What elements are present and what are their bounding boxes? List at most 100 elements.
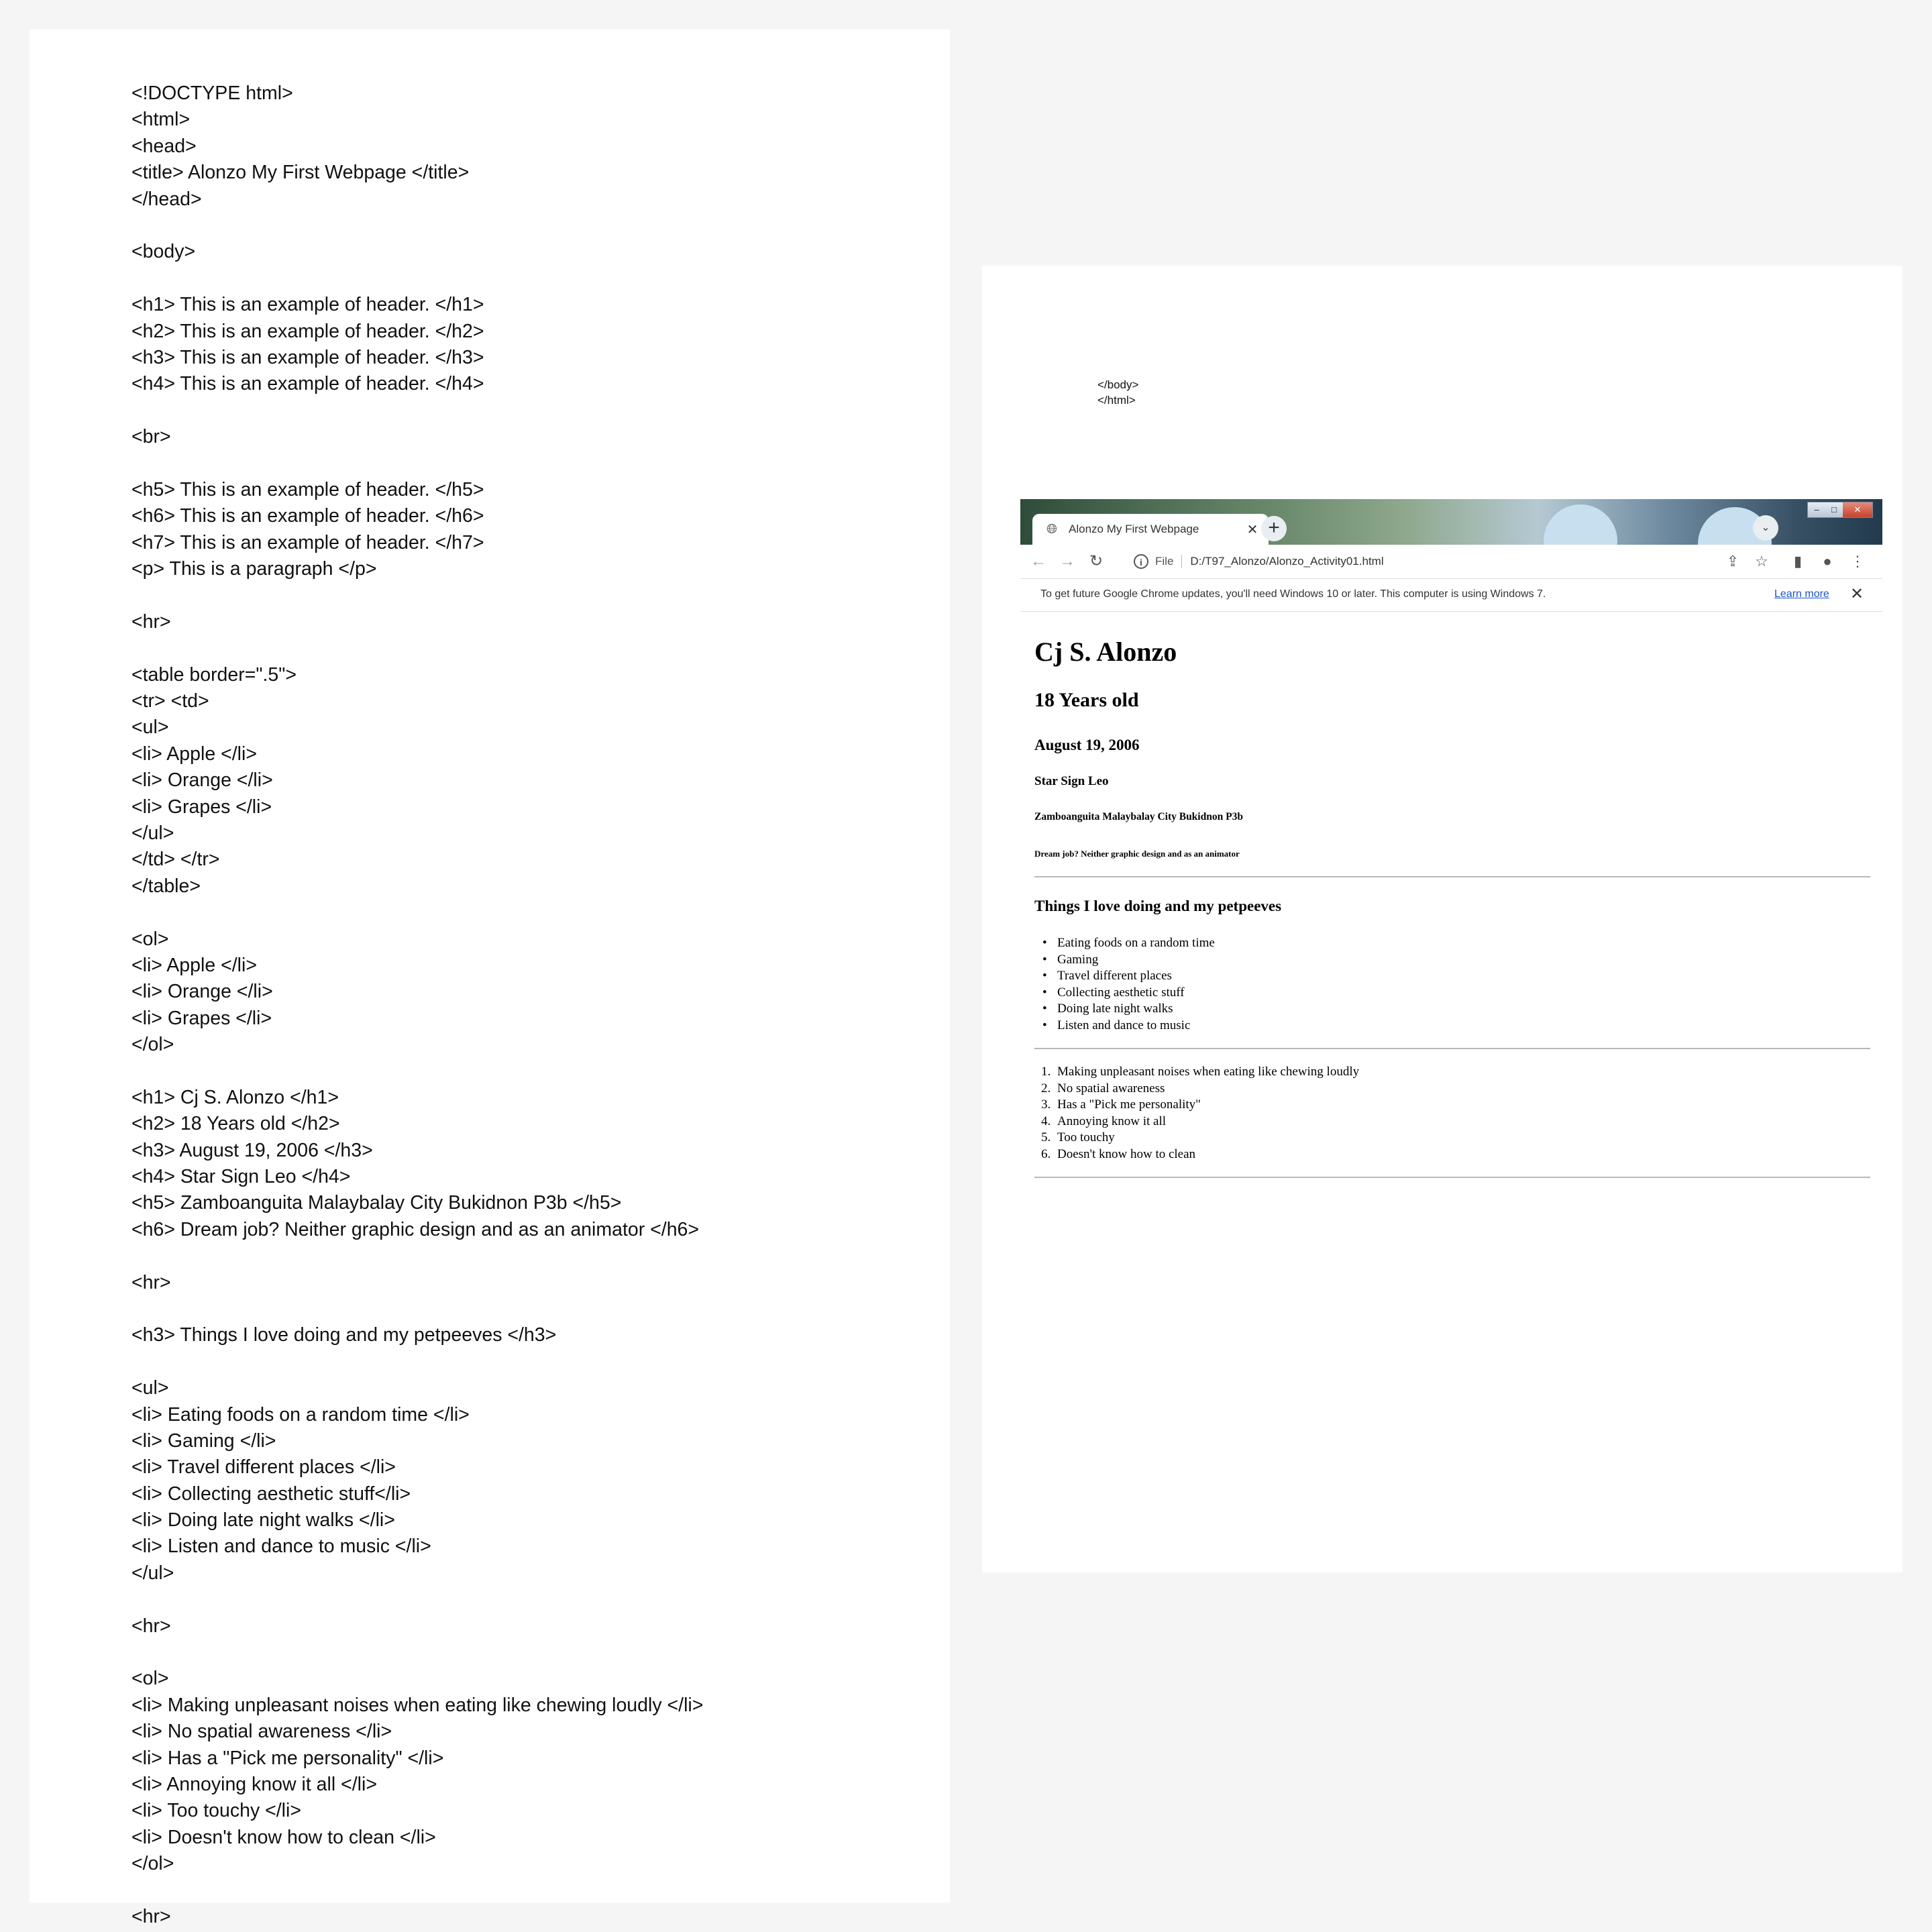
browser-toolbar: ← → ↻ i File D:/T97_Alonzo/Alonzo_Activi… <box>1020 545 1882 578</box>
code-line: <li> Apple </li> <box>131 954 257 976</box>
heading-star-sign: Star Sign Leo <box>1034 774 1109 788</box>
reload-button[interactable]: ↻ <box>1085 550 1108 573</box>
list-number: 2. <box>1041 1081 1051 1095</box>
side-panel-icon[interactable]: ▮ <box>1788 551 1808 572</box>
code-line: <br> <box>131 426 171 448</box>
code-line: <h3> August 19, 2006 </h3> <box>131 1139 373 1161</box>
list-item-text: Collecting aesthetic stuff <box>1057 985 1185 1000</box>
code-line: <hr> <box>131 1271 171 1293</box>
forward-button[interactable]: → <box>1056 550 1079 573</box>
source-code-tail: </body> </html> <box>1097 377 1138 408</box>
code-line: <li> Annoying know it all </li> <box>131 1774 377 1795</box>
info-icon[interactable]: i <box>1134 554 1148 569</box>
list-item: • Collecting aesthetic stuff <box>1042 985 1215 1002</box>
code-line: <li> Grapes </li> <box>131 796 272 818</box>
menu-icon[interactable]: ⋮ <box>1847 551 1868 572</box>
infobar-message: To get future Google Chrome updates, you… <box>1040 588 1546 600</box>
list-number: 5. <box>1041 1130 1051 1144</box>
tab-close-icon[interactable]: ✕ <box>1244 521 1260 538</box>
bullet-icon: • <box>1042 936 1047 950</box>
code-line: <li> Travel different places </li> <box>131 1456 396 1479</box>
list-item-text: Gaming <box>1057 952 1099 967</box>
profile-icon[interactable]: ● <box>1817 551 1837 572</box>
list-item-text: Annoying know it all <box>1057 1114 1167 1128</box>
code-line: <h1> Cj S. Alonzo </h1> <box>131 1086 339 1108</box>
tab-search-button[interactable]: ⌄ <box>1753 515 1778 541</box>
list-item-text: Listen and dance to music <box>1057 1018 1191 1032</box>
list-item-text: Travel different places <box>1057 969 1172 983</box>
code-line: <h5> Zamboanguita Malaybalay City Bukidn… <box>131 1192 622 1214</box>
address-bar[interactable]: i File D:/T97_Alonzo/Alonzo_Activity01.h… <box>1124 549 1728 574</box>
bullet-icon: • <box>1042 1002 1047 1016</box>
list-number: 1. <box>1041 1065 1051 1079</box>
code-line: <html> <box>131 109 191 131</box>
code-line: <h3> This is an example of header. </h3> <box>131 346 484 368</box>
code-line: <li> Orange </li> <box>131 981 273 1003</box>
list-item-text: Doing late night walks <box>1057 1002 1173 1016</box>
code-line: <h4> This is an example of header. </h4> <box>131 373 484 395</box>
bullet-icon: • <box>1042 985 1047 1000</box>
code-line: <li> Doesn't know how to clean </li> <box>131 1826 436 1848</box>
code-line: </td> </tr> <box>131 849 220 871</box>
code-line: <h6> Dream job? Neither graphic design a… <box>131 1218 700 1240</box>
code-line: <hr> <box>131 1905 171 1927</box>
globe-icon: 🌐︎ <box>1046 522 1057 537</box>
code-line: </ol> <box>131 1853 174 1875</box>
code-line: </ul> <box>131 1562 174 1584</box>
code-line: <li> Grapes </li> <box>131 1007 272 1029</box>
code-line: <!DOCTYPE html> <box>131 83 293 104</box>
bullet-icon: • <box>1042 952 1047 967</box>
code-line: </html> <box>1097 394 1136 407</box>
code-line: <li> Too touchy </li> <box>131 1800 301 1822</box>
bookmark-star-icon[interactable]: ☆ <box>1752 551 1772 572</box>
tab-active[interactable]: 🌐︎ Alonzo My First Webpage ✕ <box>1032 514 1269 545</box>
code-line: </body> <box>1097 378 1139 391</box>
infobar-close-icon[interactable]: ✕ <box>1847 584 1867 604</box>
code-line: <table border=".5"> <box>131 663 297 686</box>
list-item: 2. No spatial awareness <box>1041 1081 1359 1097</box>
code-line: <li> Gaming </li> <box>131 1430 276 1452</box>
page-content: Cj S. Alonzo 18 Years old August 19, 200… <box>1020 612 1882 1426</box>
horizontal-rule <box>1034 1177 1870 1178</box>
maximize-button[interactable]: □ <box>1825 502 1843 517</box>
url-scheme: File <box>1155 555 1174 568</box>
code-line: <head> <box>131 135 197 157</box>
code-line: <li> Has a "Pick me personality" </li> <box>131 1747 444 1769</box>
code-line: <h2> 18 Years old </h2> <box>131 1113 340 1135</box>
list-item: 5. Too touchy <box>1041 1130 1359 1146</box>
list-item-text: No spatial awareness <box>1057 1081 1165 1095</box>
code-line: <li> Collecting aesthetic stuff</li> <box>131 1483 411 1505</box>
list-item-text: Eating foods on a random time <box>1057 936 1215 950</box>
source-code-page: <!DOCTYPE html> <html> <head> <title> Alonz… <box>30 30 950 1927</box>
url-text[interactable]: D:/T97_Alonzo/Alonzo_Activity01.html <box>1190 555 1383 568</box>
minimize-button[interactable]: – <box>1808 502 1825 517</box>
source-code-lines: <!DOCTYPE html> <html> <head> <title> Alonz… <box>131 80 703 1930</box>
code-line: <hr> <box>131 1615 171 1637</box>
code-line: <tr> <td> <box>131 690 209 712</box>
horizontal-rule <box>1034 1048 1870 1049</box>
tab-title: Alonzo My First Webpage <box>1069 523 1199 535</box>
list-number: 3. <box>1041 1097 1051 1112</box>
code-line: </table> <box>131 875 201 897</box>
code-line: <p> This is a paragraph </p> <box>131 558 377 580</box>
close-window-button[interactable]: ✕ <box>1843 502 1872 517</box>
learn-more-link[interactable]: Learn more <box>1774 588 1829 600</box>
section-title: Things I love doing and my petpeeves <box>1034 898 1282 914</box>
back-button[interactable]: ← <box>1027 550 1050 573</box>
bullet-icon: • <box>1042 969 1047 983</box>
list-item: • Doing late night walks <box>1042 1001 1215 1018</box>
code-line: <h1> This is an example of header. </h1> <box>131 294 484 316</box>
horizontal-rule <box>1034 876 1870 877</box>
new-tab-button[interactable]: + <box>1261 516 1287 541</box>
list-item: • Travel different places <box>1042 968 1215 985</box>
update-infobar: To get future Google Chrome updates, you… <box>1020 578 1882 612</box>
share-icon[interactable]: ⇪ <box>1723 551 1743 572</box>
